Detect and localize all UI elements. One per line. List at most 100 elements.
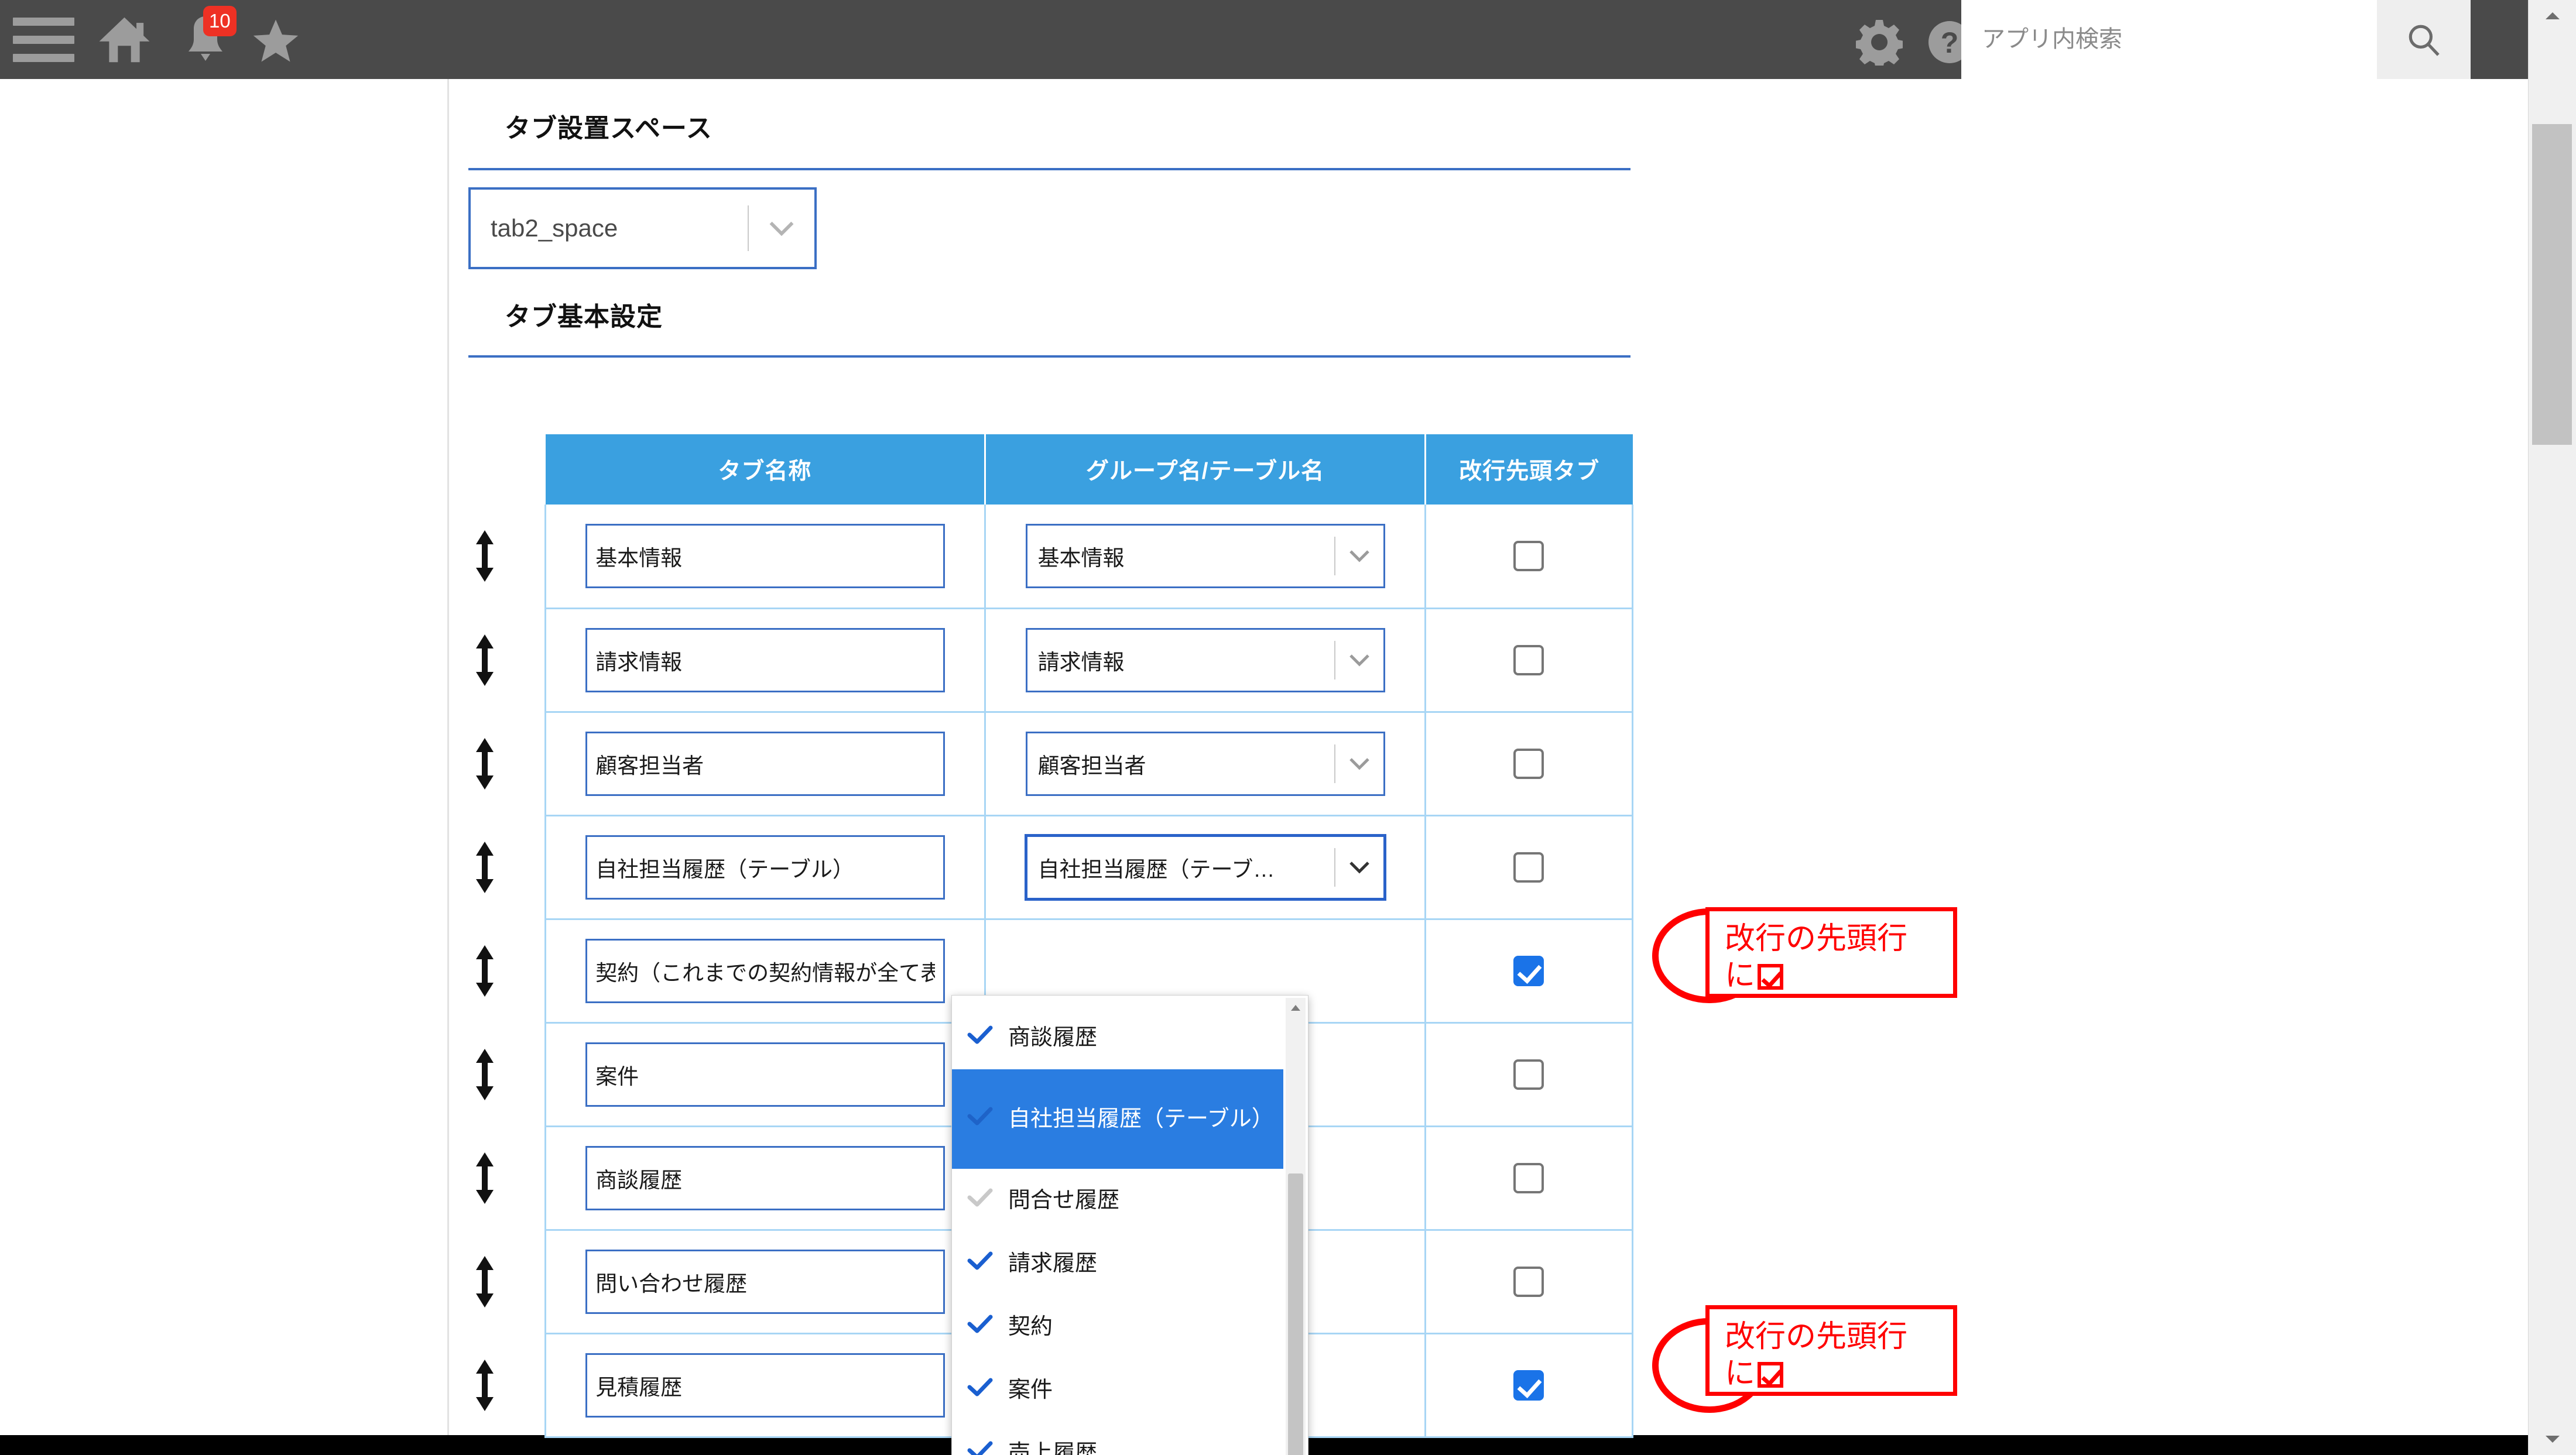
row-drag-handle-icon[interactable] [471, 529, 498, 583]
cell-group-name: 基本情報 [984, 505, 1426, 609]
row-drag-handle-icon[interactable] [471, 1255, 498, 1309]
group-name-select[interactable]: 自社担当履歴（テーブ… [1025, 835, 1385, 900]
cell-newline-tab [1424, 815, 2571, 920]
space-select-value: tab2_space [491, 214, 618, 242]
group-name-select-value: 請求情報 [1037, 650, 1125, 674]
cell-newline-tab [1424, 919, 2571, 1024]
newline-tab-checkbox[interactable] [1513, 540, 1544, 571]
dropdown-option-label: 自社担当履歴（テーブル） [1008, 1106, 1274, 1131]
dropdown-option[interactable]: 売上履歴 [952, 1422, 1283, 1455]
notification-badge: 10 [203, 6, 237, 36]
group-name-dropdown-popup[interactable]: 商談履歴自社担当履歴（テーブル）問合せ履歴請求履歴契約案件売上履歴非表示 [951, 995, 1308, 1455]
cell-tab-name [476, 815, 986, 920]
newline-tab-checkbox[interactable] [1513, 748, 1544, 779]
annotation-note-2-line1: 改行の先頭行 [1725, 1320, 1908, 1354]
column-header-newline-tab: 改行先頭タブ [1425, 434, 1633, 505]
row-drag-handle-icon[interactable] [471, 1358, 498, 1412]
check-icon [952, 1377, 1008, 1403]
dropdown-option-list: 商談履歴自社担当履歴（テーブル）問合せ履歴請求履歴契約案件売上履歴非表示 [952, 1006, 1283, 1455]
newline-tab-checkbox[interactable] [1513, 852, 1544, 883]
menu-bar-3 [13, 54, 74, 62]
scroll-up-icon[interactable] [1286, 998, 1306, 1018]
cell-group-name: 自社担当履歴（テーブ… [984, 815, 1426, 920]
gear-icon[interactable] [1855, 19, 1904, 69]
newline-tab-checkbox[interactable] [1513, 1162, 1544, 1193]
chevron-down-icon [1335, 860, 1383, 875]
page-scroll-down-icon[interactable] [2529, 1425, 2576, 1454]
tab-name-input[interactable] [585, 627, 946, 692]
check-icon [952, 1188, 1008, 1213]
notifications-button[interactable]: 10 [179, 6, 237, 67]
tab-name-input[interactable] [585, 1145, 946, 1210]
check-icon [952, 1251, 1008, 1276]
cell-tab-name [476, 919, 986, 1024]
cell-tab-name [476, 1126, 986, 1231]
table-row: 基本情報 [476, 505, 2571, 609]
dropdown-scrollbar[interactable] [1286, 998, 1306, 1455]
tab-name-input[interactable] [585, 835, 946, 900]
space-select[interactable]: tab2_space [468, 187, 817, 269]
dropdown-option-label: 問合せ履歴 [1008, 1188, 1120, 1213]
cell-newline-tab [1424, 1230, 2571, 1334]
dropdown-option[interactable]: 問合せ履歴 [952, 1169, 1283, 1232]
tab-name-input[interactable] [585, 1042, 946, 1107]
menu-bar-1 [13, 18, 74, 26]
row-drag-handle-icon[interactable] [471, 944, 498, 998]
tab-name-input[interactable] [585, 1353, 946, 1418]
tab-name-input[interactable] [585, 731, 946, 796]
newline-tab-checkbox[interactable] [1513, 644, 1544, 675]
check-icon [952, 1314, 1008, 1340]
group-name-select-value: 基本情報 [1037, 545, 1125, 570]
row-drag-handle-icon[interactable] [471, 737, 498, 791]
cell-newline-tab [1424, 1022, 2571, 1127]
row-drag-handle-icon[interactable] [471, 1048, 498, 1101]
dropdown-option[interactable]: 自社担当履歴（テーブル） [952, 1069, 1283, 1169]
check-icon [952, 1106, 1008, 1132]
table-row: 顧客担当者 [476, 712, 2571, 816]
sidebar-divider [447, 79, 449, 1435]
menu-icon[interactable] [13, 18, 74, 62]
section-title-basic: タブ基本設定 [505, 303, 663, 331]
cell-tab-name [476, 608, 986, 713]
row-drag-handle-icon[interactable] [471, 1151, 498, 1205]
column-header-group-name: グループ名/テーブル名 [985, 434, 1426, 505]
row-drag-handle-icon[interactable] [471, 840, 498, 894]
dropdown-option[interactable]: 案件 [952, 1358, 1283, 1422]
app-header: 10 ? [0, 0, 2576, 79]
group-name-select[interactable]: 顧客担当者 [1025, 731, 1385, 796]
table-row: 請求情報 [476, 608, 2571, 713]
annotation-checkbox-icon [1758, 964, 1784, 990]
cell-newline-tab [1424, 712, 2571, 816]
dropdown-option[interactable]: 契約 [952, 1295, 1283, 1358]
group-name-select[interactable]: 請求情報 [1025, 627, 1385, 692]
row-drag-handle-icon[interactable] [471, 633, 498, 687]
dropdown-option-label: 請求履歴 [1008, 1251, 1098, 1276]
page-scroll-thumb[interactable] [2532, 124, 2572, 445]
newline-tab-checkbox[interactable] [1513, 1266, 1544, 1297]
newline-tab-checkbox[interactable] [1513, 955, 1544, 986]
dropdown-option[interactable]: 商談履歴 [952, 1006, 1283, 1069]
tab-name-input[interactable] [585, 938, 946, 1003]
newline-tab-checkbox[interactable] [1513, 1370, 1544, 1401]
page-scrollbar[interactable] [2528, 0, 2576, 1455]
annotation-note-1-line1: 改行の先頭行 [1725, 922, 1908, 956]
dropdown-option[interactable]: 請求履歴 [952, 1232, 1283, 1295]
annotation-note-2-line2: に [1725, 1356, 1940, 1392]
search-icon[interactable] [2377, 0, 2471, 79]
group-name-select[interactable]: 基本情報 [1025, 523, 1385, 588]
dropdown-option-label: 案件 [1008, 1377, 1053, 1402]
page-scroll-up-icon[interactable] [2529, 1, 2576, 30]
cell-tab-name [476, 1230, 986, 1334]
newline-tab-checkbox[interactable] [1513, 1059, 1544, 1090]
tab-name-input[interactable] [585, 523, 946, 588]
cell-newline-tab [1424, 505, 2571, 609]
tab-name-input[interactable] [585, 1249, 946, 1314]
check-icon [952, 1025, 1008, 1051]
annotation-note-1-line2: に [1725, 958, 1940, 994]
favorites-star-icon[interactable] [249, 18, 303, 64]
home-icon[interactable] [97, 15, 152, 64]
cell-tab-name [476, 1333, 986, 1438]
dropdown-option-label: 契約 [1008, 1314, 1053, 1339]
search-input[interactable] [1961, 0, 2377, 79]
dropdown-scroll-thumb[interactable] [1288, 1173, 1303, 1455]
